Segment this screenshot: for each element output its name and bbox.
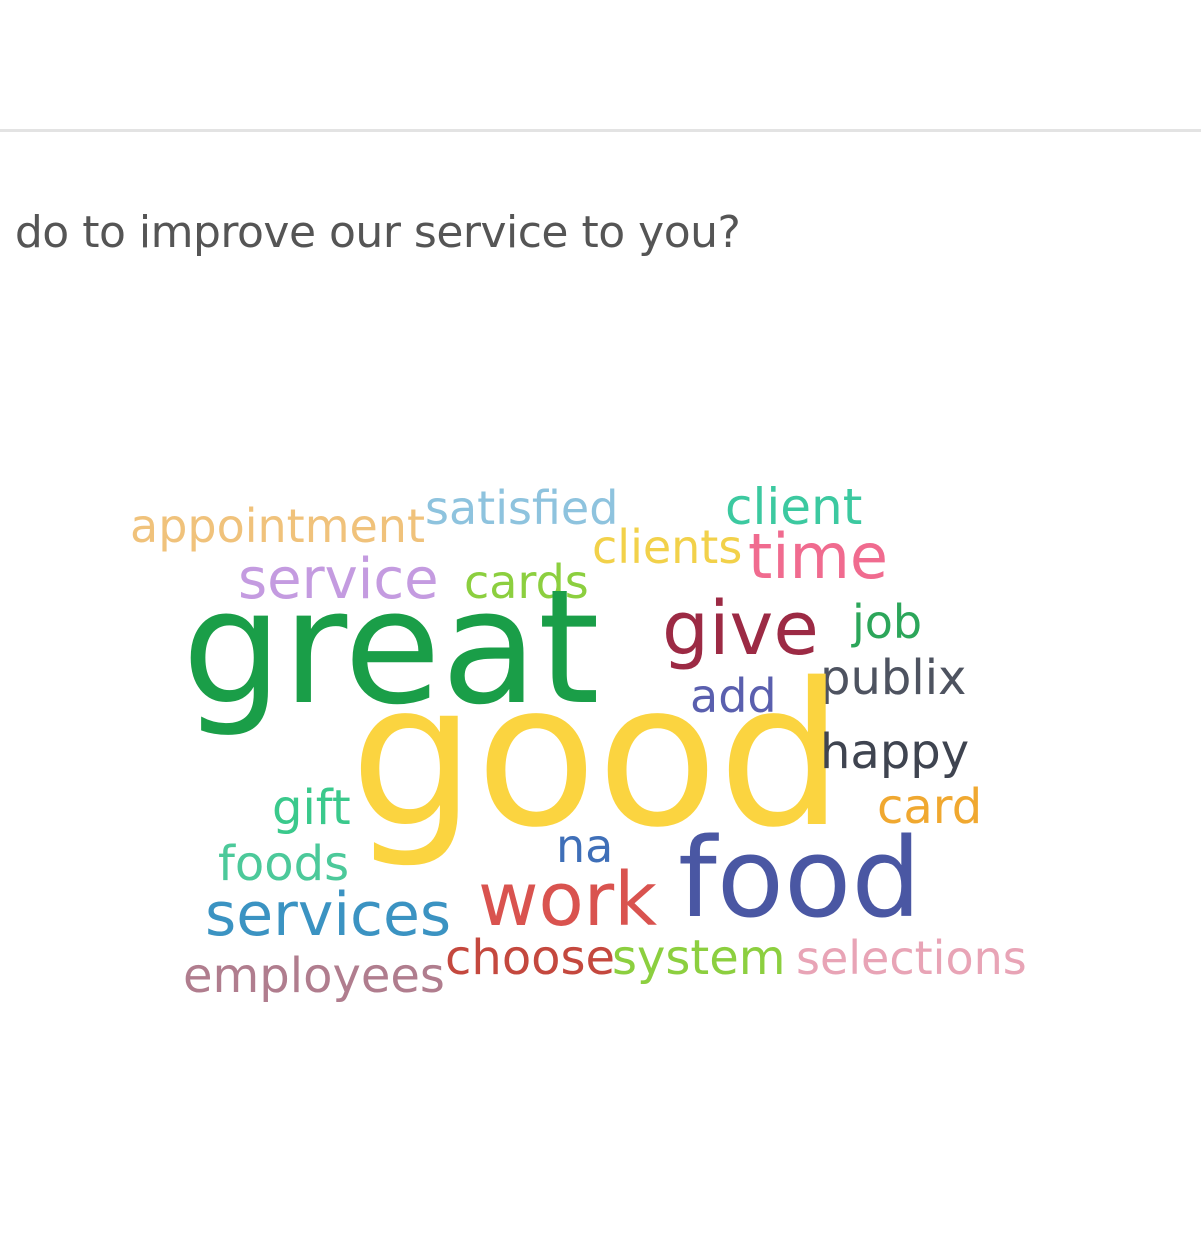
word-system: system bbox=[612, 930, 786, 986]
word-happy: happy bbox=[820, 724, 969, 780]
word-food: food bbox=[678, 814, 921, 942]
word-employees: employees bbox=[183, 948, 445, 1004]
word-choose: choose bbox=[445, 930, 615, 986]
word-time: time bbox=[748, 520, 888, 593]
word-selections: selections bbox=[796, 931, 1027, 985]
word-satisfied: satisfied bbox=[425, 481, 618, 535]
word-cloud: appointment satisfied client clients tim… bbox=[130, 478, 1027, 1004]
word-clients: clients bbox=[592, 520, 742, 574]
word-job: job bbox=[851, 595, 922, 649]
word-services: services bbox=[205, 880, 451, 950]
word-appointment: appointment bbox=[130, 499, 425, 553]
word-gift: gift bbox=[272, 780, 351, 836]
